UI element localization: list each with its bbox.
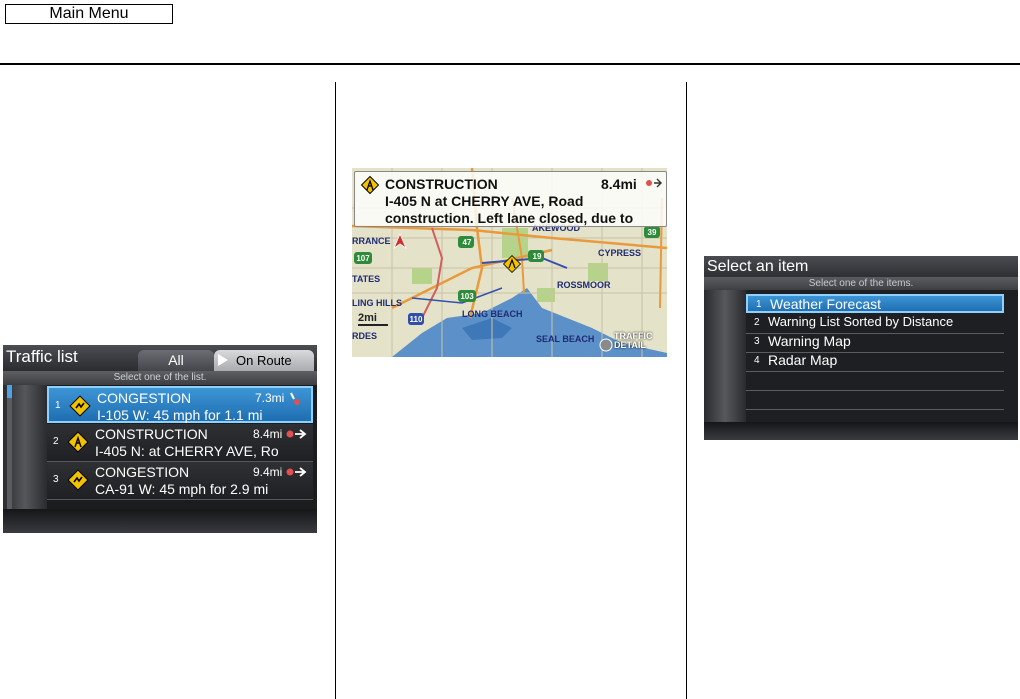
route-direction-icon: [646, 178, 662, 188]
item-number: 4: [754, 355, 760, 366]
traffic-detail-line-2: DETAIL: [614, 340, 646, 350]
menu-item-weather-forecast[interactable]: 1 Weather Forecast: [746, 294, 1004, 313]
item-number: 3: [754, 336, 760, 347]
map-scale-label: 2mi: [358, 312, 377, 324]
route-shield-110: 110: [409, 315, 423, 324]
map-label-states: TATES: [352, 274, 381, 284]
item-type: CONSTRUCTION: [95, 426, 208, 442]
route-shield-19: 19: [532, 252, 542, 261]
map-label-torrance: RRANCE: [352, 236, 391, 246]
item-number: 1: [756, 299, 762, 310]
item-number: 2: [53, 436, 59, 447]
congestion-icon: [69, 395, 91, 417]
item-number: 2: [754, 317, 760, 328]
route-direction-icon: [286, 429, 307, 439]
list-side-panel: [704, 290, 746, 422]
traffic-list-item[interactable]: 2 CONSTRUCTION 8.4mi I-405 N: at CHERRY …: [47, 424, 313, 462]
map-label-rdes: RDES: [352, 331, 378, 341]
empty-list-row: [746, 371, 1004, 391]
item-label: Warning Map: [768, 333, 851, 349]
incident-popup: CONSTRUCTION 8.4mi I-405 N at CHERRY AVE…: [354, 171, 667, 227]
header-divider: [0, 63, 1020, 65]
item-description: I-405 N: at CHERRY AVE, Ro: [95, 443, 279, 459]
popup-description-line-1: I-405 N at CHERRY AVE, Road: [385, 193, 584, 209]
menu-item-warning-map[interactable]: 3 Warning Map: [746, 333, 1004, 353]
item-number: 1: [55, 400, 61, 411]
traffic-detail-button[interactable]: TRAFFIC DETAIL: [614, 332, 653, 350]
item-number: 3: [53, 474, 59, 485]
traffic-list-item[interactable]: 3 CONGESTION 9.4mi CA-91 W: 45 mph for 2…: [47, 462, 313, 500]
route-shield-47: 47: [462, 238, 472, 247]
popup-description-line-2: construction. Left lane closed, due to: [385, 210, 634, 226]
map-label-cypress: CYPRESS: [598, 248, 642, 258]
item-distance: 7.3mi: [255, 391, 285, 405]
select-item-screen: Select an item Select one of the items. …: [704, 256, 1018, 440]
play-arrow-icon: [218, 354, 228, 366]
screen-bottom-bar: [3, 509, 317, 533]
item-label: Weather Forecast: [770, 296, 882, 312]
route-shield-39: 39: [647, 228, 657, 237]
map-scale-bar: [358, 324, 388, 326]
column-divider-2: [686, 82, 687, 699]
item-label: Warning List Sorted by Distance: [768, 314, 954, 329]
select-item-title: Select an item: [707, 258, 809, 275]
item-description: CA-91 W: 45 mph for 2.9 mi: [95, 481, 269, 497]
map-label-rossmoor: ROSSMOOR: [557, 280, 611, 290]
item-type: CONGESTION: [95, 464, 190, 480]
menu-item-warning-list[interactable]: 2 Warning List Sorted by Distance: [746, 314, 1004, 334]
scrollbar-thumb[interactable]: [7, 385, 12, 398]
route-direction-icon: [286, 467, 307, 477]
screen-bottom-bar: [704, 422, 1018, 440]
traffic-list-item[interactable]: 1 CONGESTION 7.3mi I-105 W: 45 mph for 1…: [47, 386, 313, 423]
route-shield-107: 107: [356, 254, 370, 263]
main-menu-button[interactable]: Main Menu: [5, 4, 173, 24]
construction-icon: [360, 175, 380, 195]
route-shield-103: 103: [460, 292, 474, 301]
item-description: I-105 W: 45 mph for 1.1 mi: [97, 407, 263, 423]
map-label-seal-beach: SEAL BEACH: [536, 334, 595, 344]
menu-item-radar-map[interactable]: 4 Radar Map: [746, 352, 1004, 372]
popup-distance: 8.4mi: [601, 176, 637, 192]
traffic-list-title: Traffic list: [6, 347, 78, 366]
tab-all[interactable]: All: [138, 350, 214, 371]
item-label: Radar Map: [768, 352, 838, 368]
select-item-subtitle: Select one of the items.: [704, 277, 1018, 290]
traffic-list-subtitle: Select one of the list.: [3, 371, 317, 385]
congestion-icon: [67, 469, 89, 491]
item-distance: 9.4mi: [253, 465, 283, 479]
map-scale: 2mi: [358, 312, 392, 326]
route-direction-icon: [290, 392, 300, 405]
item-distance: 8.4mi: [253, 427, 283, 441]
tab-on-route-label: On Route: [236, 353, 292, 368]
map-label-rolling-hills: LING HILLS: [352, 298, 402, 308]
popup-incident-type: CONSTRUCTION: [385, 176, 498, 192]
item-type: CONGESTION: [97, 390, 192, 406]
tab-on-route[interactable]: On Route: [214, 350, 314, 371]
column-divider-1: [335, 82, 336, 699]
traffic-map-screen[interactable]: 47 19 107 103 39 110 AKEWOOD RRANCE CYPR…: [352, 168, 667, 357]
construction-icon: [67, 431, 89, 453]
map-label-long-beach: LONG BEACH: [462, 309, 523, 319]
scrollbar[interactable]: [7, 385, 12, 509]
empty-list-row: [746, 390, 1004, 410]
traffic-list-screen: Traffic list All On Route Select one of …: [3, 345, 317, 533]
